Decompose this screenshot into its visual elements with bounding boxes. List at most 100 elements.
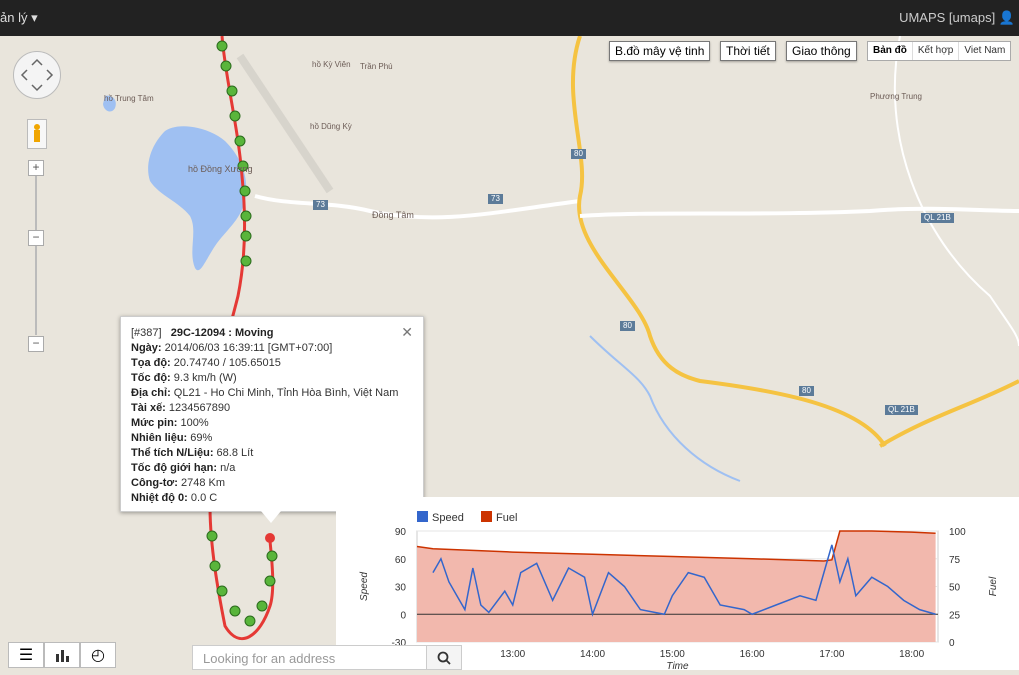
bottom-toolbar: ☰ ◴ bbox=[8, 642, 116, 668]
search-icon bbox=[437, 651, 451, 665]
popup-row: Ngày: 2014/06/03 16:39:11 [GMT+07:00] bbox=[131, 341, 398, 356]
popup-row-label: Ngày: bbox=[131, 342, 162, 354]
user-icon: 👤 bbox=[998, 10, 1015, 25]
popup-row-label: Địa chỉ: bbox=[131, 387, 171, 399]
label-phuong-trung: Phương Trung bbox=[870, 92, 922, 101]
popup-row-value: 2748 Km bbox=[177, 477, 226, 489]
label-tran-phu: Trần Phú bbox=[360, 62, 393, 71]
pan-arrows-icon bbox=[20, 58, 54, 92]
zoom-slider-handle[interactable]: − bbox=[28, 230, 44, 246]
y-left-tick-label: 30 bbox=[395, 583, 407, 594]
popup-row-value: 20.74740 / 105.65015 bbox=[170, 357, 281, 369]
top-navbar: ản lý ▾ UMAPS [umaps] 👤 bbox=[0, 0, 1019, 36]
x-tick-label: 15:00 bbox=[660, 649, 685, 660]
y-right-axis-label: Fuel bbox=[988, 576, 999, 596]
popup-row-value: 1234567890 bbox=[165, 402, 231, 414]
address-search-input[interactable]: Looking for an address bbox=[192, 645, 427, 670]
map-type-selector: Bản đồ Kết hợp Viet Nam bbox=[867, 41, 1012, 61]
popup-row: Tốc độ: 9.3 km/h (W) bbox=[131, 371, 398, 386]
popup-row-value: 0.0 C bbox=[187, 492, 218, 504]
legend-speed-label: Speed bbox=[432, 512, 464, 524]
popup-row-label: Công-tơ: bbox=[131, 477, 178, 489]
x-tick-label: 17:00 bbox=[819, 649, 844, 660]
close-icon[interactable]: ✕ bbox=[401, 324, 413, 341]
legend-speed-swatch bbox=[417, 511, 428, 522]
traffic-button[interactable]: Giao thông bbox=[786, 41, 857, 61]
popup-row-label: Tốc độ giới hạn: bbox=[131, 462, 218, 474]
popup-row: Mức pin: 100% bbox=[131, 416, 398, 431]
gauge-icon: ◴ bbox=[91, 647, 105, 664]
popup-row-value: 2014/06/03 16:39:11 [GMT+07:00] bbox=[161, 342, 333, 354]
popup-row-label: Nhiệt độ 0: bbox=[131, 492, 188, 504]
popup-title: 29C-12094 : Moving bbox=[170, 327, 274, 339]
map-type-vietnam[interactable]: Viet Nam bbox=[959, 42, 1010, 60]
route-shield-ql21b-b: QL 21B bbox=[885, 405, 918, 415]
route-shield-73b: 73 bbox=[488, 194, 503, 204]
popup-row-value: 68.8 Lít bbox=[213, 447, 254, 459]
zoom-in-button[interactable]: + bbox=[28, 160, 44, 176]
weather-button[interactable]: Thời tiết bbox=[720, 41, 776, 61]
popup-row: Tốc độ giới hạn: n/a bbox=[131, 461, 398, 476]
legend-fuel-label: Fuel bbox=[496, 512, 517, 524]
pan-control[interactable] bbox=[13, 51, 61, 99]
route-shield-80a: 80 bbox=[571, 149, 586, 159]
popup-id: [#387] bbox=[131, 327, 162, 339]
zoom-slider-track[interactable] bbox=[35, 175, 37, 335]
map-type-map[interactable]: Bản đồ bbox=[868, 42, 913, 60]
popup-pointer bbox=[261, 511, 281, 523]
popup-row-label: Nhiên liệu: bbox=[131, 432, 188, 444]
road-80 bbox=[571, 36, 887, 448]
popup-row-value: 100% bbox=[177, 417, 209, 429]
route-shield-80c: 80 bbox=[799, 386, 814, 396]
bar-chart-icon bbox=[56, 650, 69, 662]
street-view-pegman-icon[interactable] bbox=[27, 119, 47, 149]
x-tick-label: 13:00 bbox=[500, 649, 525, 660]
y-left-axis-label: Speed bbox=[359, 572, 370, 601]
management-menu-label: ản lý bbox=[0, 10, 28, 25]
label-ho-dung-ky: hồ Dũng Kỳ bbox=[310, 122, 352, 131]
y-left-tick-label: 60 bbox=[395, 555, 407, 566]
popup-row: Địa chỉ: QL21 - Ho Chi Minh, Tỉnh Hòa Bì… bbox=[131, 386, 398, 401]
chart-view-button[interactable] bbox=[44, 642, 80, 668]
y-right-tick-label: 50 bbox=[949, 583, 961, 594]
user-account[interactable]: UMAPS [umaps] 👤 bbox=[899, 10, 1015, 26]
popup-row-label: Thể tích N/Liệu: bbox=[131, 447, 214, 459]
river bbox=[589, 335, 741, 482]
x-tick-label: 14:00 bbox=[580, 649, 605, 660]
x-tick-label: 18:00 bbox=[899, 649, 924, 660]
current-position-marker bbox=[265, 533, 275, 543]
road-minor-east bbox=[893, 36, 1019, 347]
legend-fuel-swatch bbox=[481, 511, 492, 522]
y-right-tick-label: 75 bbox=[949, 555, 961, 566]
vehicle-info-popup: ✕ [#387] 29C-12094 : Moving Ngày: 2014/0… bbox=[120, 316, 424, 523]
popup-row-value: 69% bbox=[187, 432, 213, 444]
popup-row: Nhiên liệu: 69% bbox=[131, 431, 398, 446]
list-view-button[interactable]: ☰ bbox=[8, 642, 44, 668]
y-right-tick-label: 100 bbox=[949, 527, 966, 538]
list-icon: ☰ bbox=[18, 647, 34, 664]
popup-row: Thể tích N/Liệu: 68.8 Lít bbox=[131, 446, 398, 461]
popup-row: Công-tơ: 2748 Km bbox=[131, 476, 398, 491]
popup-header: [#387] 29C-12094 : Moving bbox=[131, 326, 398, 341]
route-shield-80b: 80 bbox=[620, 321, 635, 331]
popup-content: [#387] 29C-12094 : Moving Ngày: 2014/06/… bbox=[131, 326, 398, 506]
dashboard-button[interactable]: ◴ bbox=[80, 642, 116, 668]
x-tick-label: 16:00 bbox=[740, 649, 765, 660]
y-left-tick-label: 90 bbox=[395, 527, 407, 538]
label-ho-ky-vien: hồ Kỳ Viên bbox=[312, 60, 351, 69]
satellite-cloud-button[interactable]: B.đồ mây vệ tinh bbox=[609, 41, 711, 61]
label-ho-dong-xuong: hồ Đồng Xương bbox=[188, 164, 253, 174]
label-dong-tam: Đồng Tâm bbox=[372, 210, 414, 220]
road-73 bbox=[254, 194, 581, 220]
user-label: UMAPS [umaps] bbox=[899, 10, 996, 25]
popup-row-label: Tọa độ: bbox=[131, 357, 171, 369]
popup-row-value: 9.3 km/h (W) bbox=[170, 372, 237, 384]
x-axis-label: Time bbox=[666, 661, 689, 670]
management-menu[interactable]: ản lý ▾ bbox=[0, 10, 38, 26]
map-type-hybrid[interactable]: Kết hợp bbox=[913, 42, 960, 60]
search-button[interactable] bbox=[426, 645, 462, 670]
y-right-tick-label: 0 bbox=[949, 638, 955, 649]
zoom-out-button[interactable]: − bbox=[28, 336, 44, 352]
y-left-tick-label: 0 bbox=[400, 610, 406, 621]
lake-dong-xuong bbox=[148, 126, 247, 271]
